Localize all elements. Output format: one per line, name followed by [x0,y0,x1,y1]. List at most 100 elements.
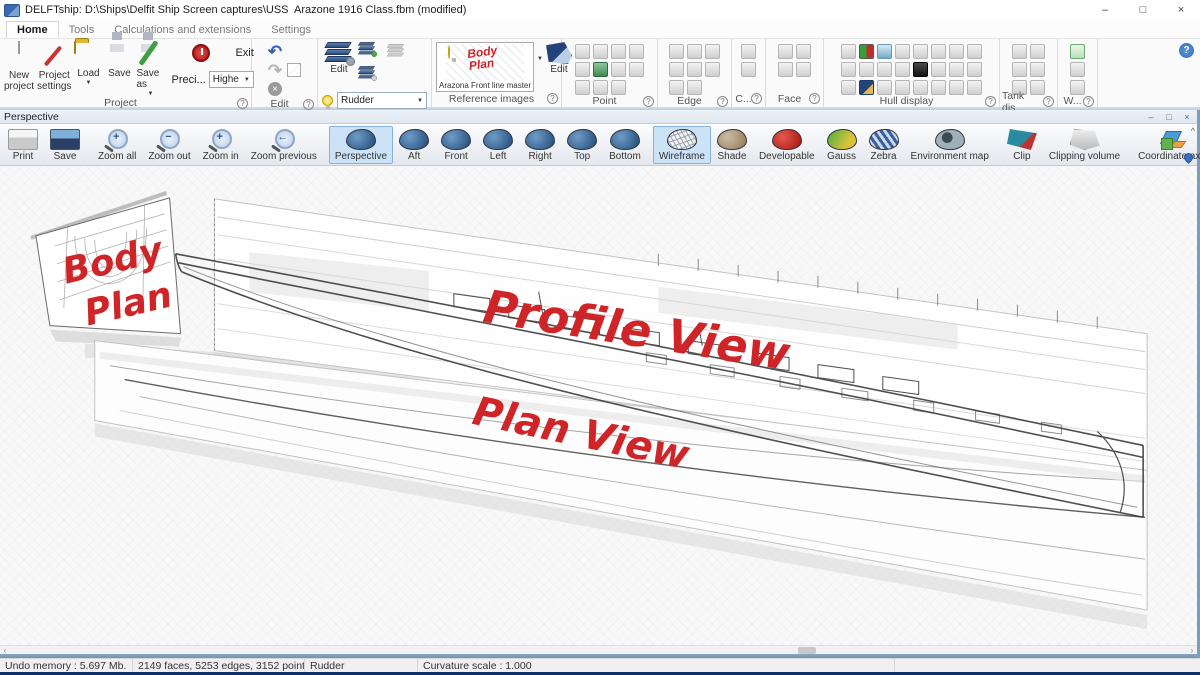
tool-icon[interactable] [913,80,928,95]
new-project-button[interactable]: New project [4,42,34,92]
tool-icon[interactable] [705,62,720,77]
tool-icon[interactable] [796,44,811,59]
face-help-icon[interactable]: ? [809,93,820,104]
perspective-panel-titlebar[interactable]: Perspective – □ × [0,110,1197,124]
tool-icon[interactable] [1070,44,1085,59]
tool-icon[interactable] [877,44,892,59]
tool-icon[interactable] [687,62,702,77]
tool-icon[interactable] [705,44,720,59]
tank-display-help-icon[interactable]: ? [1043,96,1054,107]
reference-image-preview[interactable]: BodyPlan Arazona Front line master [436,42,534,92]
tool-icon[interactable] [967,62,982,77]
layer-disabled-icon[interactable] [388,44,404,58]
save-button[interactable]: Save [105,42,133,79]
gauss-mode-button[interactable]: Gauss [821,126,863,164]
load-dropdown-caret[interactable]: ▼ [86,80,92,86]
load-button[interactable]: Load ▼ [74,42,102,86]
layer-add-icon[interactable] [359,42,375,56]
left-view-button[interactable]: Left [477,126,519,164]
curve-help-icon[interactable]: ? [751,93,762,104]
tool-icon[interactable] [931,62,946,77]
tool-icon[interactable] [949,80,964,95]
layer-visibility-bulb-icon[interactable] [322,95,333,106]
tool-icon[interactable] [593,44,608,59]
zoom-in-button[interactable]: +Zoom in [197,126,245,164]
front-view-button[interactable]: Front [435,126,477,164]
clipping-volume-button[interactable]: Clipping volume [1043,126,1126,164]
zoom-previous-button[interactable]: ←Zoom previous [245,126,323,164]
tool-icon[interactable] [913,62,928,77]
edit-help-icon[interactable]: ? [303,99,314,110]
tool-icon[interactable] [741,44,756,59]
reference-dropdown-caret[interactable]: ▼ [537,56,543,62]
scrollbar-thumb[interactable] [798,647,816,654]
tool-icon[interactable] [796,62,811,77]
tab-settings[interactable]: Settings [261,22,321,38]
tool-icon[interactable] [931,44,946,59]
print-button[interactable]: Print [2,126,44,164]
tool-icon[interactable] [841,62,856,77]
tool-icon[interactable] [859,44,874,59]
wireframe-mode-button[interactable]: Wireframe [653,126,711,164]
window-help-icon[interactable]: ? [1083,96,1094,107]
tool-icon[interactable] [1030,44,1045,59]
tool-icon[interactable] [949,44,964,59]
point-help-icon[interactable]: ? [643,96,654,107]
hull-display-help-icon[interactable]: ? [985,96,996,107]
tool-icon[interactable] [859,62,874,77]
project-help-icon[interactable]: ? [237,98,248,109]
toolbar-collapse-icon[interactable]: ^ [1191,126,1195,136]
environment-map-button[interactable]: Environment map [905,126,995,164]
zoom-all-button[interactable]: +Zoom all [92,126,142,164]
panel-minimize-icon[interactable]: – [1145,112,1157,122]
active-layer-dropdown[interactable]: Rudder ▼ [337,92,427,109]
layer-edit-icon[interactable] [359,66,375,80]
tool-icon[interactable] [913,44,928,59]
aft-view-button[interactable]: Aft [393,126,435,164]
perspective-view-button[interactable]: Perspective [329,126,393,164]
tool-icon[interactable] [575,44,590,59]
tool-icon[interactable] [629,62,644,77]
exit-button[interactable]: Exit [171,42,253,64]
tool-icon[interactable] [1030,62,1045,77]
undo-icon[interactable]: ↶ [268,43,282,60]
tab-calculations[interactable]: Calculations and extensions [104,22,261,38]
panel-maximize-icon[interactable]: □ [1163,112,1175,122]
right-view-button[interactable]: Right [519,126,561,164]
select-tool-icon[interactable] [287,63,301,77]
zebra-mode-button[interactable]: Zebra [863,126,905,164]
tool-icon[interactable] [877,80,892,95]
horizontal-scrollbar[interactable]: ‹ › [0,645,1197,654]
delete-icon[interactable]: × [268,82,282,96]
tool-icon[interactable] [1012,62,1027,77]
tool-icon[interactable] [687,80,702,95]
tool-icon[interactable] [669,62,684,77]
tool-icon[interactable] [575,80,590,95]
edge-help-icon[interactable]: ? [717,96,728,107]
layers-edit-button[interactable]: Edit [322,42,356,75]
top-view-button[interactable]: Top [561,126,603,164]
tool-icon[interactable] [931,80,946,95]
tool-icon[interactable] [741,62,756,77]
close-button[interactable]: × [1162,0,1200,20]
tool-icon[interactable] [778,44,793,59]
zoom-out-button[interactable]: −Zoom out [142,126,196,164]
developable-mode-button[interactable]: Developable [753,126,821,164]
tool-icon[interactable] [877,62,892,77]
tool-icon[interactable] [629,44,644,59]
tool-icon[interactable] [593,62,608,77]
tool-icon[interactable] [611,80,626,95]
tool-icon[interactable] [575,62,590,77]
scroll-left-icon[interactable]: ‹ [0,646,10,655]
minimize-button[interactable]: – [1086,0,1124,20]
tab-home[interactable]: Home [6,21,59,38]
clip-button[interactable]: Clip [1001,126,1043,164]
tool-icon[interactable] [895,80,910,95]
tool-icon[interactable] [1070,80,1085,95]
tool-icon[interactable] [687,44,702,59]
tool-icon[interactable] [669,80,684,95]
3d-viewport[interactable]: Body Plan Profile View Plan View [0,166,1197,645]
tool-icon[interactable] [593,80,608,95]
project-settings-button[interactable]: Project settings [37,42,71,92]
tab-tools[interactable]: Tools [59,22,105,38]
